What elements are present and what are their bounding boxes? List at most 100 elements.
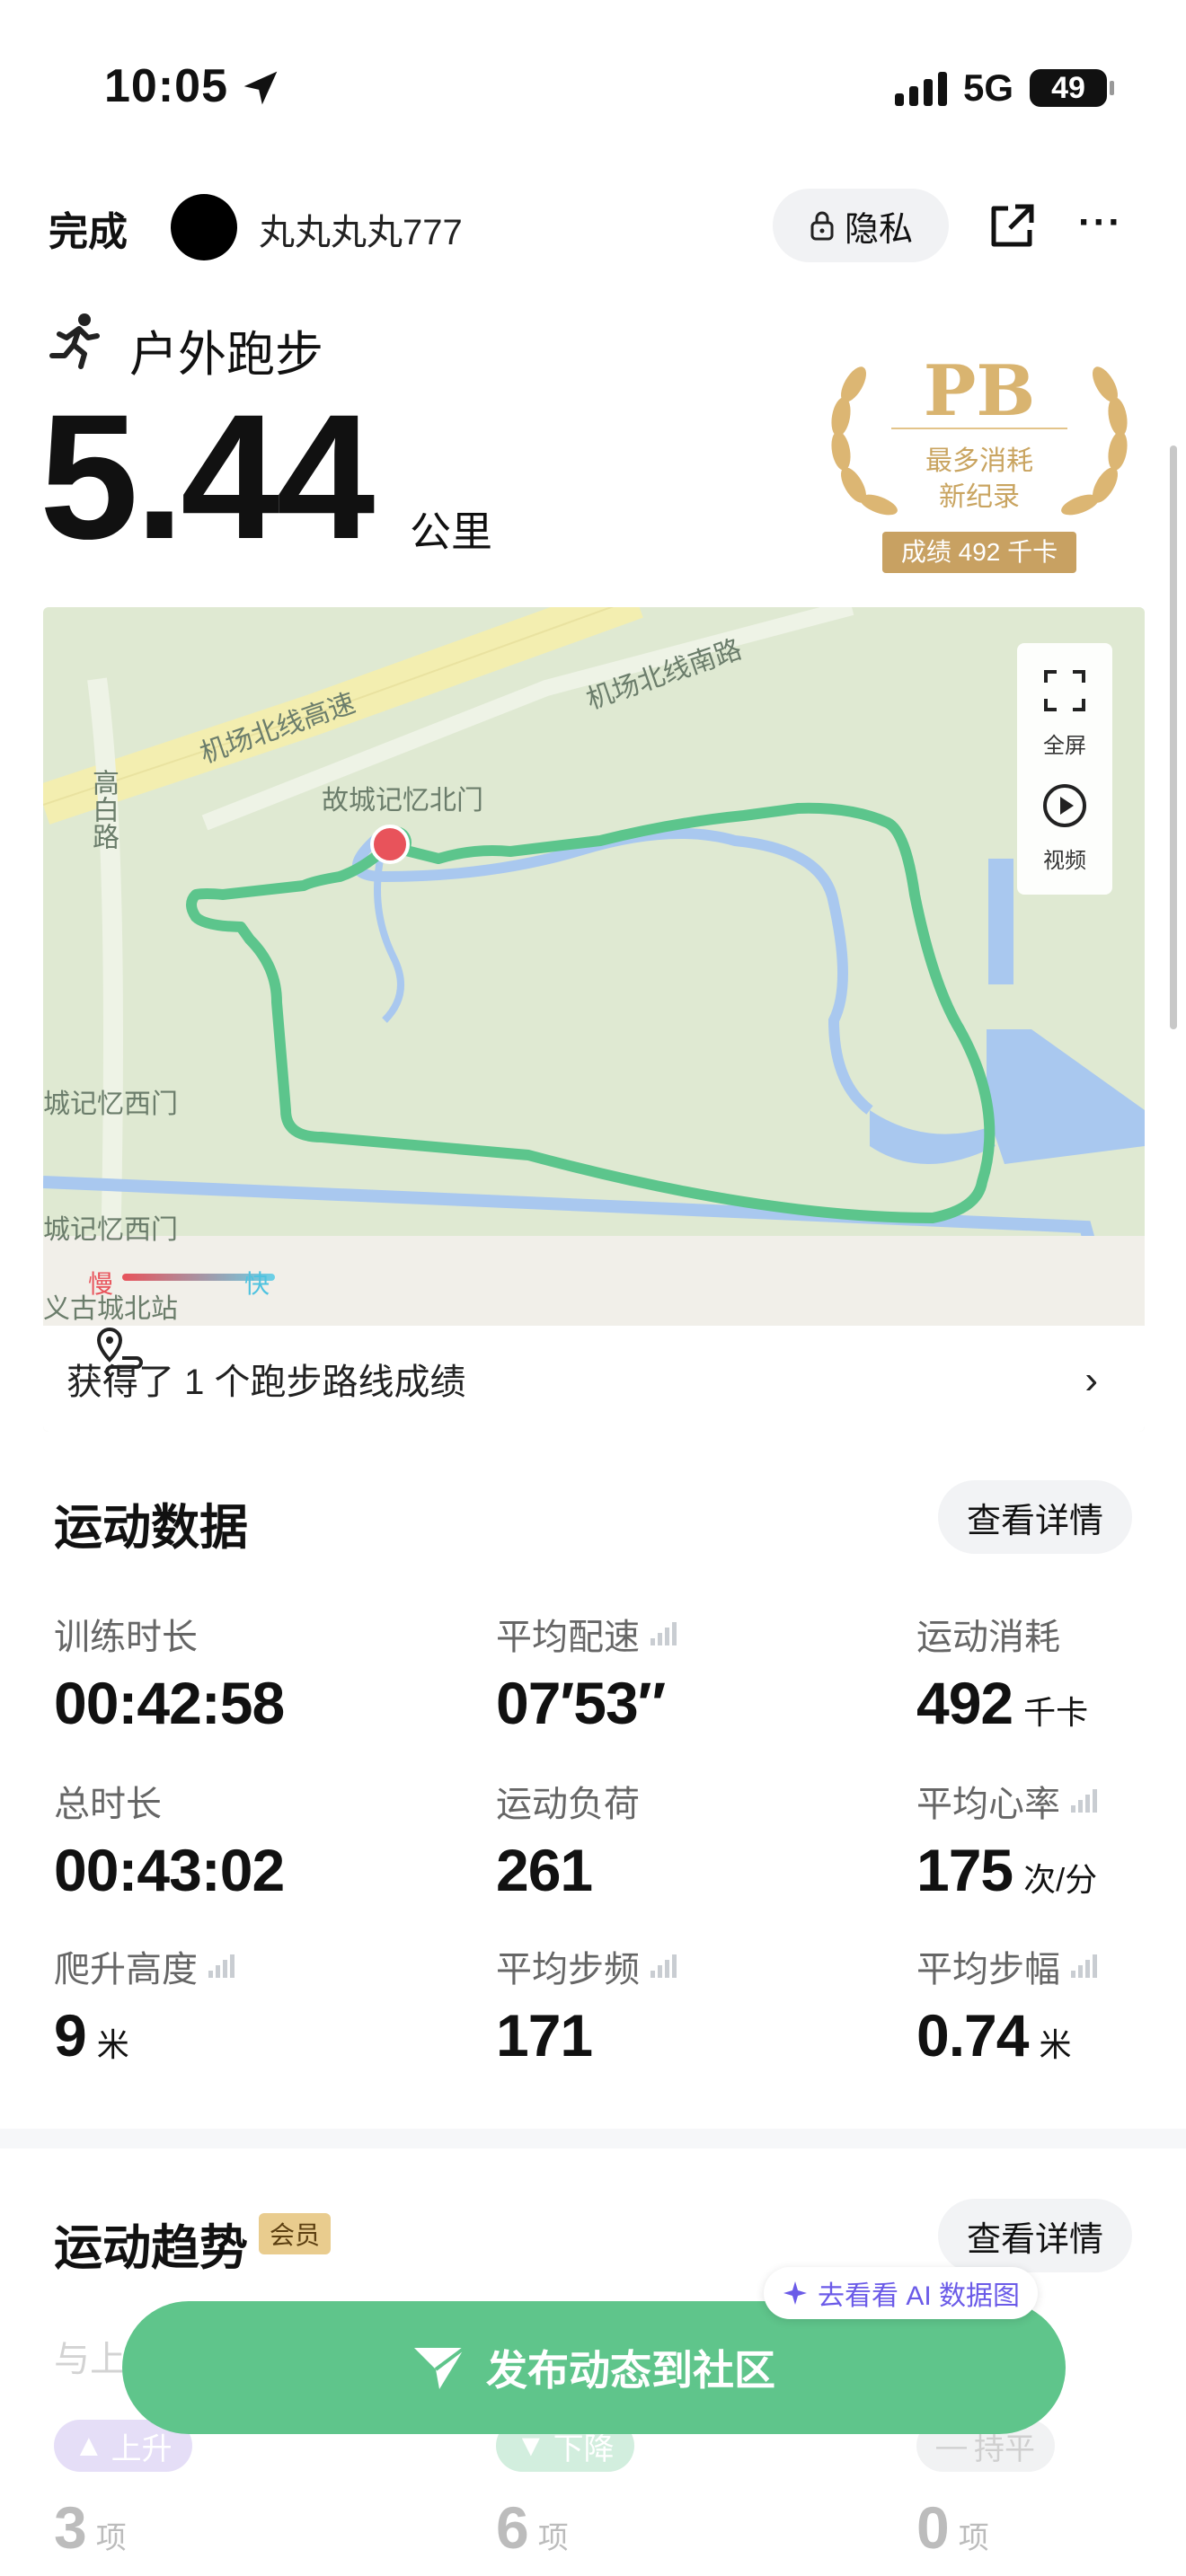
stat-label-text: 爬升高度: [54, 1950, 198, 1989]
stat-value-row: 171: [496, 2001, 681, 2069]
down-count: 6: [496, 2494, 529, 2561]
stat-value-row: 175 次/分: [916, 1836, 1102, 1904]
stat-unit: 米: [96, 2026, 129, 2063]
stat-value: 261: [496, 1837, 593, 1903]
trend-chart-icon[interactable]: [649, 1620, 681, 1647]
stat-unit: 次/分: [1023, 1861, 1098, 1898]
avatar[interactable]: [171, 194, 237, 260]
battery-level: 49: [1051, 70, 1085, 105]
pb-badge[interactable]: PB 最多消耗 新纪录 成绩 492 千卡: [818, 341, 1141, 584]
route-achievement-banner[interactable]: 获得了 1 个跑步路线成绩 ›: [43, 1326, 1145, 1432]
location-arrow-icon: [243, 71, 278, 105]
stat-value: 9: [54, 2002, 87, 2069]
share-icon[interactable]: [987, 201, 1037, 251]
flat-unit: 项: [958, 2521, 989, 2555]
pb-divider: [891, 428, 1067, 429]
stat-value-row: 00:42:58: [54, 1669, 285, 1737]
stat-value: 00:42:58: [54, 1670, 285, 1736]
stat-label-text: 平均配速: [496, 1618, 640, 1657]
chevron-right-icon: ›: [1084, 1358, 1098, 1402]
stat-label-text: 总时长: [54, 1785, 162, 1824]
trend-up-count: 3项: [54, 2493, 127, 2562]
stat-item: 训练时长 00:42:58: [54, 1608, 285, 1737]
trend-detail-button[interactable]: 查看详情: [938, 2199, 1132, 2272]
poi-west-gate-2: 城记忆西门: [43, 1215, 178, 1245]
sport-data-detail-button[interactable]: 查看详情: [938, 1480, 1132, 1554]
trend-title: 运动趋势: [54, 2221, 248, 2275]
cellular-signal-icon: [894, 70, 947, 106]
ai-chart-label: 去看看 AI 数据图: [818, 2281, 1021, 2311]
fullscreen-icon[interactable]: [1044, 670, 1085, 711]
legend-fast: 快: [244, 1270, 270, 1298]
legend-slow: 慢: [88, 1270, 114, 1298]
trend-flat-count: 0项: [916, 2493, 989, 2562]
ai-chart-pill[interactable]: 去看看 AI 数据图: [764, 2267, 1039, 2319]
section-divider: [0, 2129, 1186, 2148]
stat-label-text: 运动负荷: [496, 1785, 640, 1824]
trend-chart-icon[interactable]: [1069, 1953, 1102, 1980]
scrollbar[interactable]: [1170, 446, 1177, 1029]
stat-item: 运动消耗 492 千卡: [916, 1608, 1088, 1737]
video-label[interactable]: 视频: [1017, 842, 1112, 874]
stat-label-text: 平均步幅: [916, 1950, 1060, 1989]
up-count: 3: [54, 2494, 87, 2561]
stat-label: 平均心率: [916, 1775, 1102, 1827]
stat-item: 爬升高度 9 米: [54, 1940, 239, 2069]
more-icon[interactable]: ···: [1078, 203, 1123, 243]
stat-item: 平均心率 175 次/分: [916, 1775, 1102, 1904]
route-map[interactable]: 机场北线高速 机场北线南路 高白路 故城记忆北门 城记忆西门 城记忆西门 义古城…: [43, 607, 1145, 1432]
done-button[interactable]: 完成: [49, 199, 128, 257]
stat-label: 总时长: [54, 1775, 284, 1827]
pb-line1: 最多消耗: [925, 446, 1033, 476]
trend-chart-icon[interactable]: [649, 1953, 681, 1980]
status-right: 5G 49: [894, 66, 1114, 110]
status-time: 10:05: [104, 60, 228, 112]
poi-west-gate-1: 城记忆西门: [43, 1090, 178, 1119]
pb-title: PB: [923, 350, 1036, 432]
distance-unit: 公里: [410, 508, 492, 555]
privacy-label: 隐私: [844, 210, 913, 249]
stat-item: 平均步幅 0.74 米: [916, 1940, 1102, 2069]
stat-value-row: 00:43:02: [54, 1836, 285, 1904]
down-unit: 项: [537, 2521, 569, 2555]
stat-label: 爬升高度: [54, 1940, 239, 1992]
stat-value: 0.74: [916, 2002, 1029, 2069]
member-badge: 会员: [259, 2213, 331, 2254]
stat-label: 运动消耗: [916, 1608, 1088, 1660]
play-video-icon[interactable]: [1042, 783, 1087, 828]
flat-count: 0: [916, 2494, 950, 2561]
stat-value: 00:43:02: [54, 1837, 285, 1903]
stat-value: 171: [496, 2002, 593, 2069]
map-controls: 全屏 视频: [1017, 643, 1112, 895]
stat-value-row: 07′53″: [496, 1669, 681, 1737]
sport-data-title: 运动数据: [54, 1501, 248, 1555]
trend-chart-icon[interactable]: [207, 1953, 239, 1980]
running-icon: [49, 313, 100, 369]
stat-unit: 米: [1039, 2026, 1072, 2063]
trend-up-label: 上升: [111, 2431, 173, 2466]
stat-label: 平均步频: [496, 1940, 681, 1992]
stat-label-text: 平均步频: [496, 1950, 640, 1989]
publish-to-community-button[interactable]: 发布动态到社区: [122, 2301, 1066, 2434]
pb-line2: 新纪录: [939, 482, 1020, 512]
arrow-up-icon: ▲: [74, 2428, 104, 2463]
fullscreen-label[interactable]: 全屏: [1017, 728, 1112, 759]
publish-label: 发布动态到社区: [486, 2347, 775, 2394]
up-unit: 项: [95, 2521, 127, 2555]
network-type: 5G: [962, 66, 1013, 109]
stat-label-text: 平均心率: [916, 1785, 1060, 1824]
privacy-button[interactable]: 隐私: [773, 189, 949, 262]
compare-text: 与上: [54, 2340, 126, 2379]
stat-unit: 千卡: [1023, 1694, 1089, 1731]
username[interactable]: 丸丸丸丸777: [259, 203, 463, 255]
stat-value-row: 9米: [54, 2001, 239, 2069]
stat-value-row: 492 千卡: [916, 1669, 1088, 1737]
stat-label: 平均步幅: [916, 1940, 1102, 1992]
stat-value-row: 0.74 米: [916, 2001, 1102, 2069]
send-icon: [414, 2346, 466, 2389]
distance-value: 5.44: [40, 377, 375, 576]
stat-value: 175: [916, 1837, 1013, 1903]
route-pin-icon: [96, 1327, 143, 1376]
trend-chart-icon[interactable]: [1069, 1787, 1102, 1814]
trend-down-count: 6项: [496, 2493, 569, 2562]
